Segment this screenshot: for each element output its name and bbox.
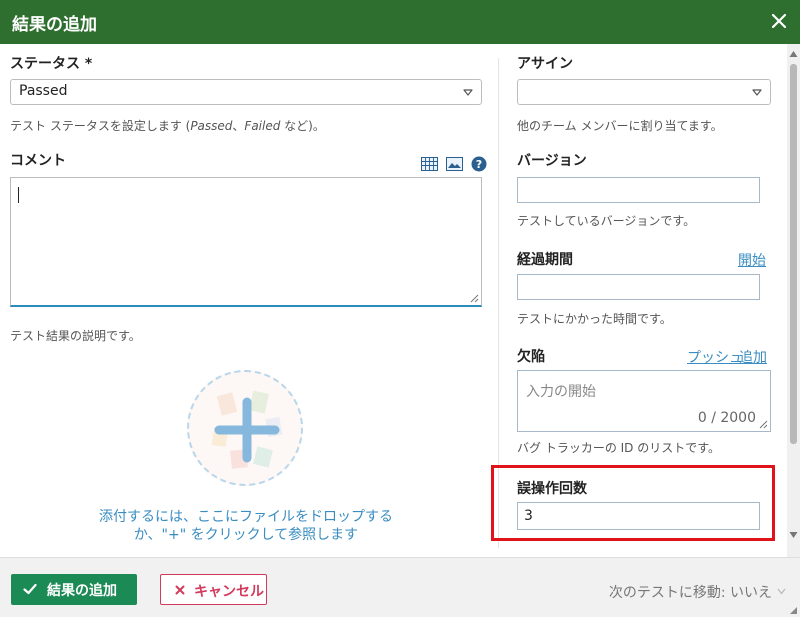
dropzone-text-line2: か、"+" をクリックして参照します xyxy=(133,527,359,543)
elapsed-input[interactable] xyxy=(517,274,760,300)
dialog-title: 結果の追加 xyxy=(12,15,97,35)
vertical-scrollbar[interactable] xyxy=(787,44,800,557)
close-icon xyxy=(175,585,185,595)
elapsed-label: 経過期間 xyxy=(517,252,573,268)
status-help-passed: Passed xyxy=(190,119,233,133)
defects-char-counter: 0 / 2000 xyxy=(697,410,756,426)
text-cursor xyxy=(18,187,19,203)
resize-grip-icon[interactable] xyxy=(789,606,798,615)
add-result-button[interactable]: 結果の追加 xyxy=(11,574,137,605)
status-help: テスト ステータスを設定します (Passed、Failed など)。 xyxy=(10,117,325,134)
scrollbar-thumb[interactable] xyxy=(790,64,797,444)
comment-label: コメント xyxy=(10,153,66,169)
scroll-down-icon[interactable] xyxy=(789,531,798,539)
next-test-toggle[interactable]: 次のテストに移動: いいえ xyxy=(609,582,772,602)
dialog-body: ステータス * Passed テスト ステータスを設定します (Passed、F… xyxy=(0,44,800,557)
close-icon[interactable] xyxy=(766,8,792,34)
dialog-footer: 結果の追加 キャンセル 次のテストに移動: いいえ xyxy=(0,557,800,617)
add-result-dialog: 結果の追加 ステータス * Passed テスト ステータスを設定します (Pa… xyxy=(0,0,800,617)
table-icon[interactable] xyxy=(421,156,438,175)
svg-text:?: ? xyxy=(476,158,482,171)
attachment-dropzone[interactable] xyxy=(187,370,303,486)
assign-select[interactable] xyxy=(517,79,771,105)
add-attachment-icon xyxy=(211,390,283,469)
dialog-header: 結果の追加 xyxy=(0,0,800,44)
status-help-sep: 、 xyxy=(232,119,245,133)
add-defect-link[interactable]: 追加 xyxy=(739,347,767,367)
status-value: Passed xyxy=(19,83,68,99)
cancel-button[interactable]: キャンセル xyxy=(160,574,267,605)
version-input[interactable] xyxy=(517,177,760,203)
elapsed-help: テストにかかった時間です。 xyxy=(517,312,672,326)
chevron-down-icon[interactable] xyxy=(777,588,786,595)
checkmark-icon xyxy=(23,583,37,595)
chevron-down-icon xyxy=(463,89,473,96)
version-label: バージョン xyxy=(517,153,587,169)
scroll-up-icon[interactable] xyxy=(789,50,798,58)
comment-help: テスト結果の説明です。 xyxy=(10,329,141,343)
image-icon[interactable] xyxy=(446,156,464,175)
status-select[interactable]: Passed xyxy=(10,79,482,105)
comment-toolbar: ? xyxy=(418,155,487,173)
status-help-prefix: テスト ステータスを設定します ( xyxy=(10,119,191,133)
misoperation-input[interactable]: 3 xyxy=(517,502,760,530)
status-help-failed: Failed xyxy=(244,119,281,133)
cancel-label: キャンセル xyxy=(194,584,264,600)
status-label: ステータス * xyxy=(10,56,93,72)
defects-label: 欠陥 xyxy=(517,349,545,365)
defects-textarea[interactable]: 入力の開始 0 / 2000 xyxy=(517,370,771,432)
help-icon[interactable]: ? xyxy=(471,156,487,176)
start-timer-link[interactable]: 開始 xyxy=(738,250,766,270)
assign-label: アサイン xyxy=(517,56,573,72)
comment-textarea[interactable] xyxy=(10,177,482,307)
defects-placeholder: 入力の開始 xyxy=(526,384,596,400)
resize-handle-icon[interactable] xyxy=(759,420,768,429)
assign-help: 他のチーム メンバーに割り当てます。 xyxy=(517,119,723,133)
version-help: テストしているバージョンです。 xyxy=(517,214,696,228)
misoperation-label: 誤操作回数 xyxy=(517,481,587,497)
push-defect-link[interactable]: プッシュ xyxy=(687,347,743,367)
status-help-suffix: など)。 xyxy=(280,119,325,133)
add-result-label: 結果の追加 xyxy=(47,583,117,599)
resize-handle-icon[interactable] xyxy=(470,294,479,303)
chevron-down-icon xyxy=(752,89,762,96)
defects-help: バグ トラッカーの ID のリストです。 xyxy=(517,441,721,455)
dropzone-text-line1: 添付するには、ここにファイルをドロップする xyxy=(99,509,393,525)
